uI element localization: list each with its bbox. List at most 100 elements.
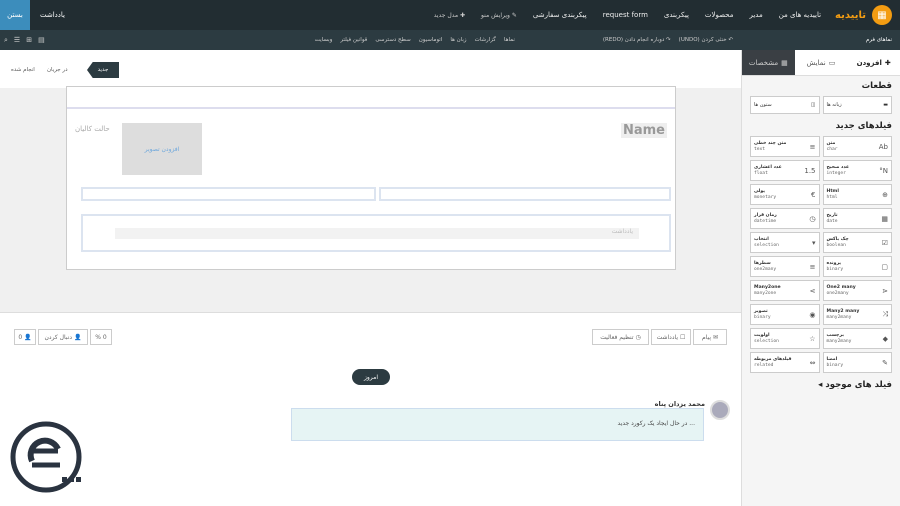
form-view-icon[interactable]: ▤ — [38, 36, 45, 44]
field-many2many[interactable]: ⤨ Many2 many many2many — [822, 304, 892, 325]
redo-label: دوباره انجام دادن (REDO) — [602, 37, 665, 43]
field-type: many2one — [754, 290, 777, 296]
tab-languages[interactable]: زبان ها — [450, 37, 466, 43]
note-label: یادداشت — [656, 333, 679, 341]
brand-name[interactable]: تاییدیه — [835, 10, 866, 21]
edit-menu-link[interactable]: ✎ ویرایش منو — [481, 12, 517, 19]
existing-fields-label: فیلد های موجود — [825, 380, 892, 390]
field-type: text — [754, 146, 766, 152]
field-monetary[interactable]: € پولی monetary — [750, 184, 820, 205]
block-columns[interactable]: ◫ ستون ها — [750, 96, 820, 114]
left-group-field[interactable] — [81, 187, 376, 201]
search-icon[interactable]: ⌕ — [4, 36, 8, 45]
tab-view[interactable]: ▭ نمایش — [795, 50, 848, 75]
new-model-label: مدل جدید — [433, 11, 459, 19]
integer-icon: N° — [879, 166, 888, 175]
attachment-count[interactable]: 0 % — [90, 329, 112, 345]
field-html[interactable]: ⊕ Html html — [822, 184, 892, 205]
block-columns-label: ستون ها — [754, 102, 772, 108]
field-text[interactable]: ≡ متن چند خطی text — [750, 136, 820, 157]
related-icon: ⇔ — [809, 358, 816, 367]
field-related[interactable]: ⇔ فیلدهای مربوطه related — [750, 352, 820, 373]
field-binary[interactable]: ◉ تصویر binary — [750, 304, 820, 325]
tags-field[interactable]: حالت کالیان — [75, 125, 110, 133]
field-binary[interactable]: ✎ امضا binary — [822, 352, 892, 373]
form-sheet: Name افزودن تصویر حالت کالیان یادداشت — [66, 86, 676, 270]
lines-icon: ≡ — [809, 262, 816, 271]
undo-button[interactable]: ↶ خنثی کردن (UNDO) — [679, 37, 733, 43]
stage-in-progress[interactable]: در جریان — [47, 62, 68, 78]
note-link[interactable]: یادداشت — [40, 11, 65, 19]
field-char[interactable]: Ab متن char — [822, 136, 892, 157]
field-integer[interactable]: N° عدد صحیح integer — [822, 160, 892, 181]
field-float[interactable]: 1.5 عدد اعشاری float — [750, 160, 820, 181]
field-label: عدد صحیح integer — [827, 165, 850, 177]
field-one2many[interactable]: ⋖ One2 many one2many — [822, 280, 892, 301]
send-message-button[interactable]: ✉ پیام — [693, 329, 727, 345]
menu-custom-config[interactable]: پیکربندی سفارشی — [533, 11, 587, 19]
existing-fields-toggle[interactable]: فیلد های موجود ◂ — [742, 375, 900, 395]
grid-view-icon[interactable]: ⊞ — [26, 36, 32, 44]
stage-done[interactable]: انجام شده — [11, 62, 35, 78]
follow-button[interactable]: 👤 دنبال کردن — [38, 329, 88, 345]
date-icon: ▦ — [881, 214, 888, 223]
menu-request-form[interactable]: request form — [603, 11, 648, 19]
tab-website[interactable]: وبسایت — [315, 37, 333, 43]
tab-properties[interactable]: ▦ مشخصات — [741, 50, 795, 75]
field-selection[interactable]: ☆ اولویت selection — [750, 328, 820, 349]
tab-filter-rules[interactable]: قوانین فیلتر — [340, 37, 367, 43]
field-datetime[interactable]: ◷ زمان قرار datetime — [750, 208, 820, 229]
field-label: تاریخ date — [827, 213, 838, 225]
block-tabs[interactable]: ▬ زبانه ها — [822, 96, 892, 114]
menu-configuration[interactable]: پیکربندی — [664, 11, 689, 19]
columns-icon: ◫ — [810, 102, 816, 108]
tab-automation[interactable]: اتوماسیون — [419, 37, 443, 43]
menu-manager[interactable]: مدیر — [749, 11, 762, 19]
field-binary[interactable]: ▢ پرونده binary — [822, 256, 892, 277]
followers-button[interactable]: 👤 0 — [14, 329, 36, 345]
field-many2many[interactable]: ◆ برچسب many2many — [822, 328, 892, 349]
selection-icon: ▾ — [811, 238, 816, 247]
log-note-button[interactable]: ☐ یادداشت — [651, 329, 691, 345]
studio-toolbar: ↶ خنثی کردن (UNDO) ↷ دوباره انجام دادن (… — [0, 30, 741, 50]
field-label: پرونده binary — [827, 261, 844, 273]
field-type: html — [826, 194, 838, 200]
message-body: در حال ایجاد یک رکورد جدید ... — [291, 408, 704, 441]
field-date[interactable]: ▦ تاریخ date — [822, 208, 892, 229]
menu-products[interactable]: محصولات — [705, 11, 734, 19]
redo-button[interactable]: ↷ دوباره انجام دادن (REDO) — [603, 37, 671, 43]
field-type: date — [826, 218, 838, 224]
field-one2many[interactable]: ≡ سطرها one2many — [750, 256, 820, 277]
blocks-title: قطعات — [861, 81, 892, 91]
list-view-icon[interactable]: ☰ — [14, 36, 20, 44]
site-logo-icon — [10, 421, 82, 493]
new-model-link[interactable]: ✚ مدل جدید — [434, 12, 465, 19]
tab-views[interactable]: نماها — [504, 37, 515, 43]
many2one-icon: ⋗ — [809, 286, 816, 295]
field-label: تصویر binary — [754, 309, 771, 321]
field-many2one[interactable]: ⋗ Many2one many2one — [750, 280, 820, 301]
notes-field[interactable]: یادداشت — [81, 214, 671, 252]
notes-placeholder: یادداشت — [115, 228, 639, 239]
tab-add[interactable]: ✚ افزودن — [847, 50, 900, 75]
stage-new[interactable]: جدید — [87, 62, 119, 78]
edit-menu-label: ویرایش منو — [481, 11, 510, 19]
right-group-field[interactable] — [379, 187, 671, 201]
field-boolean[interactable]: ☑ چک باکس boolean — [822, 232, 892, 253]
schedule-activity-button[interactable]: ◷ تنظیم فعالیت — [592, 329, 649, 345]
menu-my-approvals[interactable]: تاییدیه های من — [779, 11, 821, 19]
close-button[interactable]: بستن — [0, 0, 30, 30]
tab-add-label: افزودن — [856, 58, 882, 67]
tab-access[interactable]: سطح دسترسی — [375, 37, 410, 43]
field-label: متن چند خطی text — [754, 141, 786, 153]
apps-grid-icon[interactable]: ▦ — [872, 5, 892, 25]
sheet-header — [67, 87, 675, 109]
field-label: عدد اعشاری float — [754, 165, 782, 177]
name-field[interactable]: Name — [620, 123, 667, 138]
tab-reports[interactable]: گزارشات — [475, 37, 496, 43]
float-icon: 1.5 — [804, 166, 816, 175]
message-author[interactable]: محمد یزدان پناه — [620, 400, 705, 408]
add-image-placeholder[interactable]: افزودن تصویر — [122, 123, 202, 175]
field-selection[interactable]: ▾ انتخاب selection — [750, 232, 820, 253]
field-type: many2many — [826, 338, 852, 344]
